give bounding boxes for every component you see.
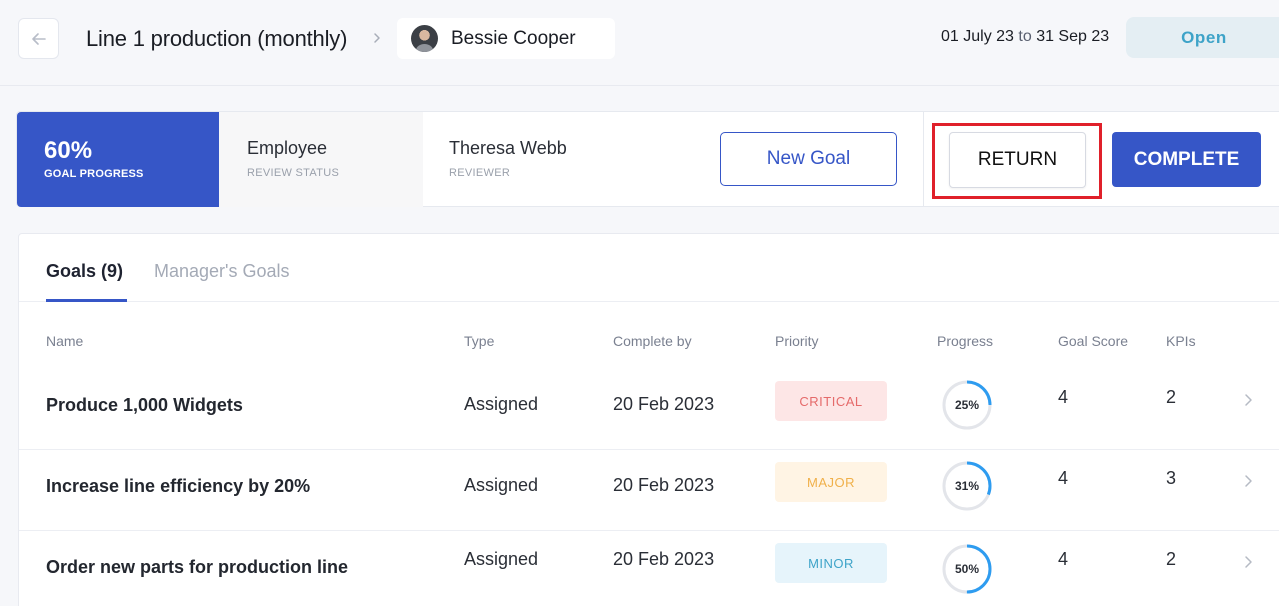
goals-panel: Goals (9) Manager's Goals Name Type Comp… bbox=[18, 233, 1279, 606]
progress-value: 25% bbox=[954, 398, 980, 412]
goal-type: Assigned bbox=[464, 475, 539, 495]
employee-chip[interactable]: Bessie Cooper bbox=[397, 18, 615, 59]
table-row[interactable]: Produce 1,000 Widgets Assigned 20 Feb 20… bbox=[19, 369, 1279, 450]
date-to: 31 Sep 23 bbox=[1036, 28, 1110, 45]
goal-progress-tile: 60% GOAL PROGRESS bbox=[17, 112, 219, 207]
tab-managers-goals[interactable]: Manager's Goals bbox=[154, 261, 290, 282]
date-from: 01 July 23 bbox=[941, 28, 1014, 45]
top-bar: Line 1 production (monthly) Bessie Coope… bbox=[0, 0, 1279, 86]
table-row[interactable]: Increase line efficiency by 20% Assigned… bbox=[19, 450, 1279, 531]
back-button[interactable] bbox=[18, 18, 59, 59]
date-range: 01 July 23 to 31 Sep 23 bbox=[941, 28, 1109, 46]
reviewer-value: Theresa Webb bbox=[449, 138, 567, 158]
tab-goals[interactable]: Goals (9) bbox=[46, 261, 123, 282]
goal-kpis: 2 bbox=[1166, 549, 1177, 569]
column-header-priority: Priority bbox=[775, 333, 819, 349]
return-highlight-box bbox=[932, 123, 1102, 199]
goal-name: Produce 1,000 Widgets bbox=[46, 395, 243, 415]
chevron-right-icon[interactable] bbox=[1243, 472, 1255, 490]
progress-value: 31% bbox=[954, 479, 980, 493]
review-status-value: Employee bbox=[247, 138, 328, 158]
chevron-right-icon bbox=[374, 33, 380, 43]
tab-bar: Goals (9) Manager's Goals bbox=[19, 234, 1279, 302]
goal-complete-by: 20 Feb 2023 bbox=[613, 549, 715, 569]
column-header-kpis: KPIs bbox=[1166, 333, 1196, 349]
new-goal-button[interactable]: New Goal bbox=[720, 132, 897, 186]
priority-badge: MINOR bbox=[775, 543, 887, 583]
complete-button[interactable]: COMPLETE bbox=[1112, 132, 1261, 187]
goal-type: Assigned bbox=[464, 394, 539, 414]
column-header-progress: Progress bbox=[937, 333, 994, 349]
column-header-name: Name bbox=[46, 333, 84, 349]
status-badge: Open bbox=[1126, 17, 1279, 58]
page-title: Line 1 production (monthly) bbox=[86, 26, 348, 51]
active-tab-indicator bbox=[46, 299, 127, 302]
goal-score: 4 bbox=[1058, 387, 1069, 407]
progress-ring: 31% bbox=[941, 460, 993, 512]
goal-complete-by: 20 Feb 2023 bbox=[613, 475, 715, 495]
divider bbox=[923, 112, 924, 207]
column-header-goal-score: Goal Score bbox=[1058, 333, 1129, 349]
review-status-tile: Employee REVIEW STATUS bbox=[219, 112, 423, 207]
priority-badge: MAJOR bbox=[775, 462, 887, 502]
reviewer-label: REVIEWER bbox=[449, 167, 511, 179]
progress-ring: 50% bbox=[941, 543, 993, 595]
goal-type: Assigned bbox=[464, 549, 539, 569]
date-separator: to bbox=[1018, 28, 1032, 45]
employee-name: Bessie Cooper bbox=[451, 27, 576, 49]
progress-ring: 25% bbox=[941, 379, 993, 431]
goal-name: Order new parts for production line bbox=[46, 557, 349, 577]
goal-kpis: 2 bbox=[1166, 387, 1177, 407]
table-row[interactable]: Order new parts for production line Assi… bbox=[19, 531, 1279, 606]
goal-kpis: 3 bbox=[1166, 468, 1177, 488]
chevron-right-icon[interactable] bbox=[1243, 391, 1255, 409]
column-header-complete-by: Complete by bbox=[613, 333, 692, 349]
goal-progress-value: 60% bbox=[44, 137, 93, 164]
reviewer-tile: Theresa Webb REVIEWER bbox=[423, 112, 703, 207]
avatar bbox=[411, 25, 438, 52]
chevron-right-icon[interactable] bbox=[1243, 553, 1255, 571]
arrow-left-icon bbox=[31, 32, 46, 45]
progress-value: 50% bbox=[954, 562, 980, 576]
goal-complete-by: 20 Feb 2023 bbox=[613, 394, 715, 414]
goal-name: Increase line efficiency by 20% bbox=[46, 476, 311, 496]
goal-progress-label: GOAL PROGRESS bbox=[44, 168, 144, 180]
goal-score: 4 bbox=[1058, 468, 1069, 488]
review-summary: 60% GOAL PROGRESS Employee REVIEW STATUS… bbox=[16, 111, 1279, 207]
priority-badge: CRITICAL bbox=[775, 381, 887, 421]
column-header-type: Type bbox=[464, 333, 495, 349]
goal-score: 4 bbox=[1058, 549, 1069, 569]
review-status-label: REVIEW STATUS bbox=[247, 167, 340, 179]
